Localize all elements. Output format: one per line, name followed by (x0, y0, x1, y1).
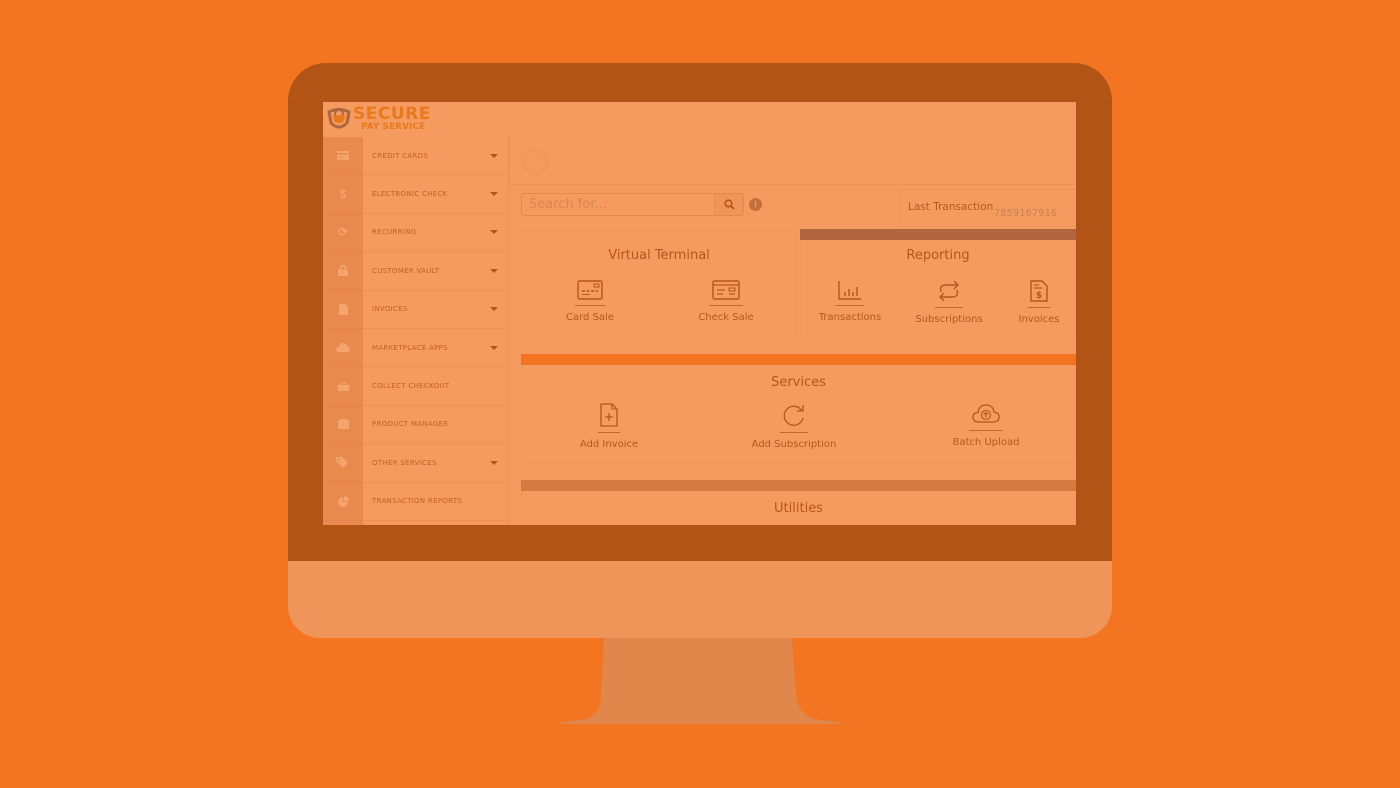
sidebar-item-credit-cards[interactable]: Credit Cards (363, 137, 508, 176)
sidebar-icon-rail: $ ⟳ (323, 137, 363, 525)
sidebar-item-label: Product Manager (372, 420, 449, 429)
sidebar-item-label: Transaction Reports (372, 497, 463, 506)
caret-down-icon (490, 230, 498, 235)
user-avatar[interactable] (522, 149, 548, 175)
sidebar-item-recurring[interactable]: Recurring (363, 214, 508, 253)
caret-down-icon (490, 192, 498, 197)
app-screen: SECURE PAY SERVICE $ ⟳ CREDIT CARDS ELEC… (323, 102, 1076, 525)
tile-label: Invoices (1018, 314, 1060, 325)
info-icon[interactable]: i (749, 198, 762, 211)
add-invoice-tile[interactable]: Add Invoice (574, 403, 644, 450)
tile-label: Add Subscription (751, 439, 837, 450)
bar-chart-icon (838, 281, 861, 300)
lock-icon[interactable] (323, 252, 363, 291)
sidebar-item-label: Recurring (372, 228, 417, 237)
svg-text:$: $ (1036, 291, 1042, 301)
services-header-bar (521, 354, 1076, 365)
search-box (521, 193, 744, 216)
sidebar-item-collect-checkout[interactable]: Collect Checkout (363, 367, 508, 406)
cloud-icon[interactable] (323, 329, 363, 368)
sidebar-item-label: Marketplace Apps (372, 343, 448, 352)
monitor-chin (288, 561, 1112, 638)
last-transaction: Last Transaction 7859167916 (899, 189, 1076, 227)
caret-down-icon (490, 345, 498, 350)
sidebar-item-label: Electronic Check (372, 190, 448, 199)
sidebar-item-label: Customer Vault (372, 266, 440, 275)
utilities-header-bar (521, 480, 1076, 491)
panel-title: Virtual Terminal (608, 248, 710, 263)
card-sale-icon (577, 280, 603, 300)
basket-icon[interactable] (323, 367, 363, 406)
virtual-terminal-panel: Virtual Terminal Card Sale Check Sale (521, 229, 797, 341)
top-bar (509, 137, 1076, 185)
dollar-icon[interactable]: $ (323, 175, 363, 214)
cloud-upload-icon (972, 404, 1000, 423)
sidebar-item-customer-vault[interactable]: Customer Vault (363, 252, 508, 291)
sidebar-item-marketplace-apps[interactable]: Marketplace Apps (363, 329, 508, 368)
check-sale-icon (712, 280, 740, 300)
tile-label: Transactions (818, 312, 882, 323)
rotate-icon (783, 405, 804, 426)
sidebar-item-label: Credit Cards (372, 151, 429, 160)
tile-label: Add Invoice (579, 439, 639, 450)
sidebar-item-other-services[interactable]: Other Services (363, 444, 508, 483)
services-panel: Services Add Invoice Add Subscription Ba… (521, 354, 1076, 462)
brand-name: SECURE (353, 104, 431, 124)
tile-label: Subscriptions (915, 314, 983, 325)
batch-upload-tile[interactable]: Batch Upload (946, 403, 1026, 448)
refresh-icon[interactable]: ⟳ (323, 214, 363, 253)
search-button[interactable] (714, 194, 743, 215)
credit-card-icon[interactable] (323, 137, 363, 176)
panel-title: Reporting (906, 248, 970, 263)
panel-title: Services (771, 375, 826, 390)
tags-icon[interactable] (323, 444, 363, 483)
caret-down-icon (490, 307, 498, 312)
repeat-icon (939, 280, 959, 302)
caret-down-icon (490, 460, 498, 465)
last-transaction-value[interactable]: 7859167916 (994, 208, 1057, 219)
box-icon[interactable] (323, 406, 363, 445)
invoice-dollar-icon: $ (1030, 280, 1048, 302)
tile-label: Card Sale (566, 312, 614, 323)
search-icon (723, 199, 735, 210)
invoices-report-tile[interactable]: $ Invoices (1013, 280, 1065, 325)
check-sale-tile[interactable]: Check Sale (694, 280, 758, 323)
sidebar-item-label: Invoices (372, 305, 408, 314)
monitor-stand (556, 638, 844, 724)
add-subscription-tile[interactable]: Add Subscription (748, 403, 840, 450)
sidebar-item-label: Other Services (372, 458, 437, 467)
subscriptions-tile[interactable]: Subscriptions (913, 280, 985, 325)
sidebar-item-transaction-reports[interactable]: Transaction Reports (363, 483, 508, 521)
sidebar-menu: Credit Cards Electronic Check Recurring … (363, 137, 509, 525)
panel-title: Utilities (774, 501, 823, 516)
card-sale-tile[interactable]: Card Sale (560, 280, 620, 323)
brand-subname: PAY SERVICE (361, 122, 426, 132)
reporting-panel: Reporting Transactions Subscriptions $ I… (800, 229, 1076, 341)
invoice-icon[interactable] (323, 291, 363, 329)
caret-down-icon (490, 153, 498, 158)
last-transaction-label: Last Transaction (908, 201, 994, 213)
sidebar-item-product-manager[interactable]: Product Manager (363, 406, 508, 445)
brand-logo[interactable]: SECURE PAY SERVICE (326, 106, 431, 132)
pie-chart-icon[interactable] (323, 483, 363, 521)
transactions-tile[interactable]: Transactions (815, 280, 885, 323)
sidebar-item-label: Collect Checkout (372, 382, 450, 391)
tile-label: Batch Upload (952, 437, 1020, 448)
logo-bar: SECURE PAY SERVICE (323, 102, 1076, 137)
tile-label: Check Sale (698, 312, 754, 323)
sidebar-item-electronic-check[interactable]: Electronic Check (363, 175, 508, 214)
add-file-icon (600, 403, 618, 427)
reporting-header-bar (800, 229, 1076, 240)
caret-down-icon (490, 268, 498, 273)
search-input[interactable] (522, 194, 714, 215)
sidebar-item-invoices[interactable]: Invoices (363, 291, 508, 329)
shield-lock-icon (327, 108, 351, 129)
